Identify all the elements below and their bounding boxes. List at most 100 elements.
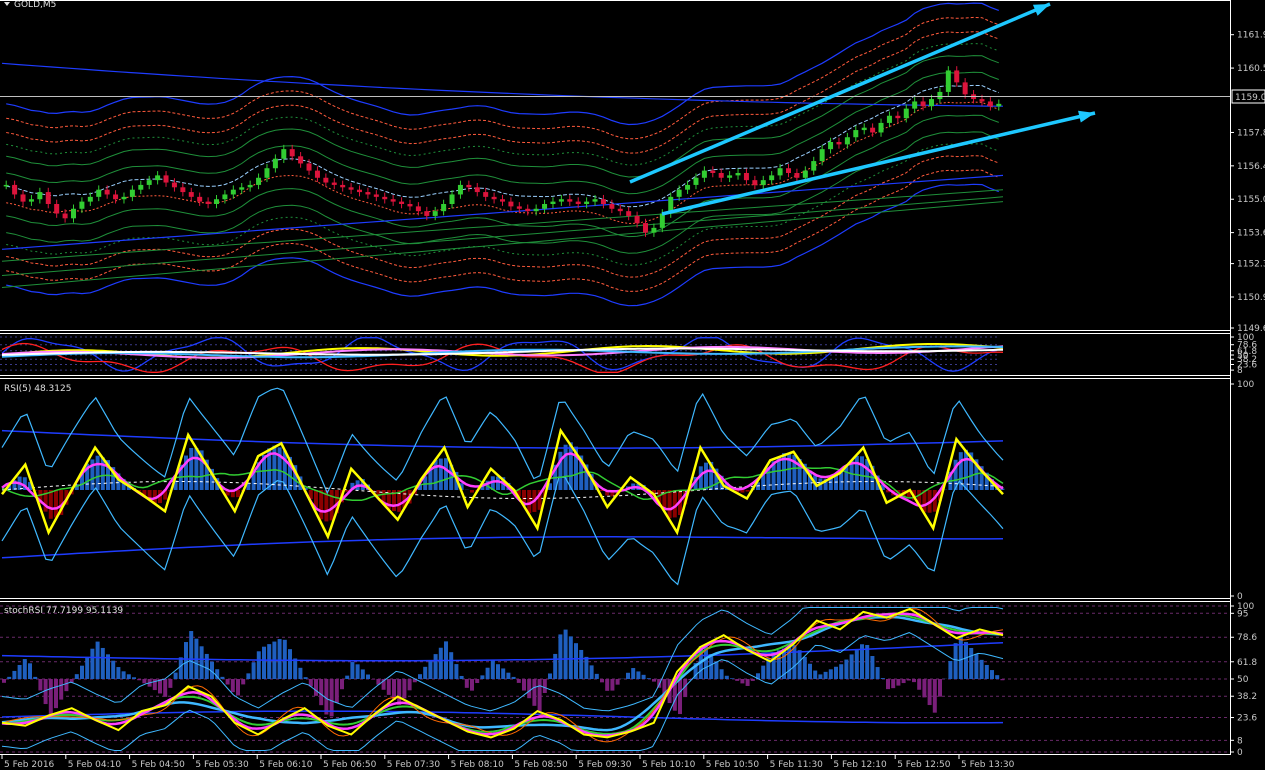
stoch-histogram-bar bbox=[974, 653, 979, 679]
candle-body bbox=[79, 201, 85, 209]
stoch-histogram-bar bbox=[459, 675, 464, 679]
rsi-histogram-bar bbox=[745, 490, 750, 492]
stoch-histogram-bar bbox=[116, 667, 121, 679]
stoch-histogram-bar bbox=[678, 679, 682, 715]
candle-body bbox=[777, 168, 783, 176]
candle-body bbox=[247, 184, 253, 188]
candle-body bbox=[769, 175, 775, 181]
stoch-rsi-title: stochRSI 77.7199 95.1139 bbox=[4, 606, 123, 616]
stoch-histogram-bar bbox=[719, 669, 724, 679]
rsi-histogram-bar bbox=[438, 458, 443, 490]
candle-body bbox=[331, 182, 337, 185]
candle-body bbox=[937, 91, 943, 100]
rsi-histogram-bar bbox=[860, 456, 864, 490]
candle-body bbox=[415, 206, 421, 212]
stoch-histogram-bar bbox=[371, 679, 376, 680]
time-tick-label: 5 Feb 12:10 bbox=[833, 760, 887, 770]
candle-body bbox=[542, 204, 548, 209]
candle-body bbox=[592, 199, 598, 202]
candle-body bbox=[239, 187, 245, 190]
candle-body bbox=[483, 192, 489, 197]
stoch-histogram-bar bbox=[938, 679, 942, 697]
price-tick-label: 1156.4 bbox=[1237, 162, 1265, 172]
symbol-title-text: GOLD,M5 bbox=[14, 0, 56, 10]
osc-tick-label: 8 bbox=[1237, 366, 1243, 376]
stoch-histogram-bar bbox=[501, 668, 506, 679]
candle-body bbox=[373, 194, 379, 197]
price-tick-label: 1153.6 bbox=[1237, 229, 1265, 239]
stoch-histogram-bar bbox=[464, 679, 469, 688]
stoch-histogram-bar bbox=[334, 679, 339, 703]
candle-body bbox=[466, 184, 472, 188]
candle-body bbox=[836, 142, 842, 145]
candle-body bbox=[432, 211, 438, 216]
stoch-histogram-bar bbox=[225, 679, 230, 685]
stoch-tick-label: 50 bbox=[1237, 675, 1249, 685]
rsi-histogram-bar bbox=[329, 490, 334, 521]
candle-body bbox=[945, 70, 951, 92]
stoch-histogram-bar bbox=[813, 670, 818, 679]
stoch-histogram-bar bbox=[589, 665, 594, 679]
stoch-histogram-bar bbox=[969, 647, 974, 679]
candle-body bbox=[71, 208, 76, 219]
stoch-histogram-bar bbox=[797, 650, 802, 679]
stoch-histogram-bar bbox=[111, 660, 116, 679]
rsi-histogram-bar bbox=[704, 462, 708, 490]
stoch-histogram-bar bbox=[901, 679, 906, 684]
candle-body bbox=[272, 158, 278, 169]
stoch-histogram-bar bbox=[932, 679, 937, 713]
candle-body bbox=[197, 196, 203, 202]
stoch-histogram-bar bbox=[64, 679, 69, 692]
rsi-histogram-bar bbox=[932, 490, 937, 512]
time-tick-label: 5 Feb 11:30 bbox=[770, 760, 824, 770]
stoch-histogram-bar bbox=[470, 679, 474, 691]
stoch-histogram-bar bbox=[7, 676, 12, 679]
candle-body bbox=[533, 208, 539, 212]
stoch-histogram-bar bbox=[90, 648, 95, 679]
time-tick-label: 5 Feb 2016 bbox=[4, 760, 55, 770]
stoch-histogram-bar bbox=[875, 667, 880, 679]
stoch-histogram-bar bbox=[834, 666, 838, 679]
candle-body bbox=[399, 201, 405, 204]
stoch-histogram-bar bbox=[558, 634, 563, 679]
stoch-histogram-bar bbox=[33, 676, 38, 679]
rsi-histogram-bar bbox=[54, 490, 58, 518]
stoch-histogram-bar bbox=[449, 652, 454, 679]
stoch-histogram-bar bbox=[891, 679, 896, 689]
stoch-histogram-bar bbox=[605, 679, 610, 691]
candle-body bbox=[987, 101, 993, 107]
stoch-histogram-bar bbox=[828, 669, 833, 679]
time-tick-label: 5 Feb 06:10 bbox=[259, 760, 313, 770]
candle-body bbox=[230, 189, 236, 195]
stoch-histogram-bar bbox=[896, 679, 901, 686]
stoch-histogram-bar bbox=[121, 671, 126, 679]
stoch-histogram-bar bbox=[990, 670, 994, 679]
candle-body bbox=[659, 213, 665, 228]
stoch-histogram-bar bbox=[823, 671, 828, 679]
stoch-histogram-bar bbox=[54, 679, 58, 709]
stoch-tick-label: 38.2 bbox=[1237, 692, 1257, 702]
stoch-histogram-bar bbox=[870, 656, 875, 679]
stoch-histogram-bar bbox=[267, 644, 272, 679]
candle-body bbox=[626, 211, 632, 216]
stoch-histogram-bar bbox=[636, 671, 641, 679]
stoch-tick-label: 61.8 bbox=[1237, 658, 1257, 668]
current-price-tag: 1159.0 bbox=[1231, 89, 1265, 104]
candle-body bbox=[163, 175, 169, 183]
stoch-histogram-bar bbox=[584, 656, 589, 679]
candle-body bbox=[188, 192, 194, 197]
candle-body bbox=[786, 168, 791, 173]
stoch-histogram-bar bbox=[724, 675, 729, 679]
rsi-histogram-bar bbox=[236, 490, 240, 498]
stoch-histogram-bar bbox=[2, 679, 6, 683]
stoch-histogram-bar bbox=[600, 679, 604, 683]
candle-body bbox=[920, 101, 926, 107]
candle-body bbox=[45, 192, 51, 204]
rsi-title: RSI(5) 48.3125 bbox=[4, 384, 71, 394]
stoch-histogram-bar bbox=[288, 649, 292, 679]
stoch-histogram-bar bbox=[1000, 679, 1005, 681]
candle-body bbox=[819, 149, 825, 162]
stoch-histogram-bar bbox=[568, 636, 573, 679]
stoch-histogram-bar bbox=[178, 657, 183, 679]
candle-body bbox=[104, 189, 110, 195]
